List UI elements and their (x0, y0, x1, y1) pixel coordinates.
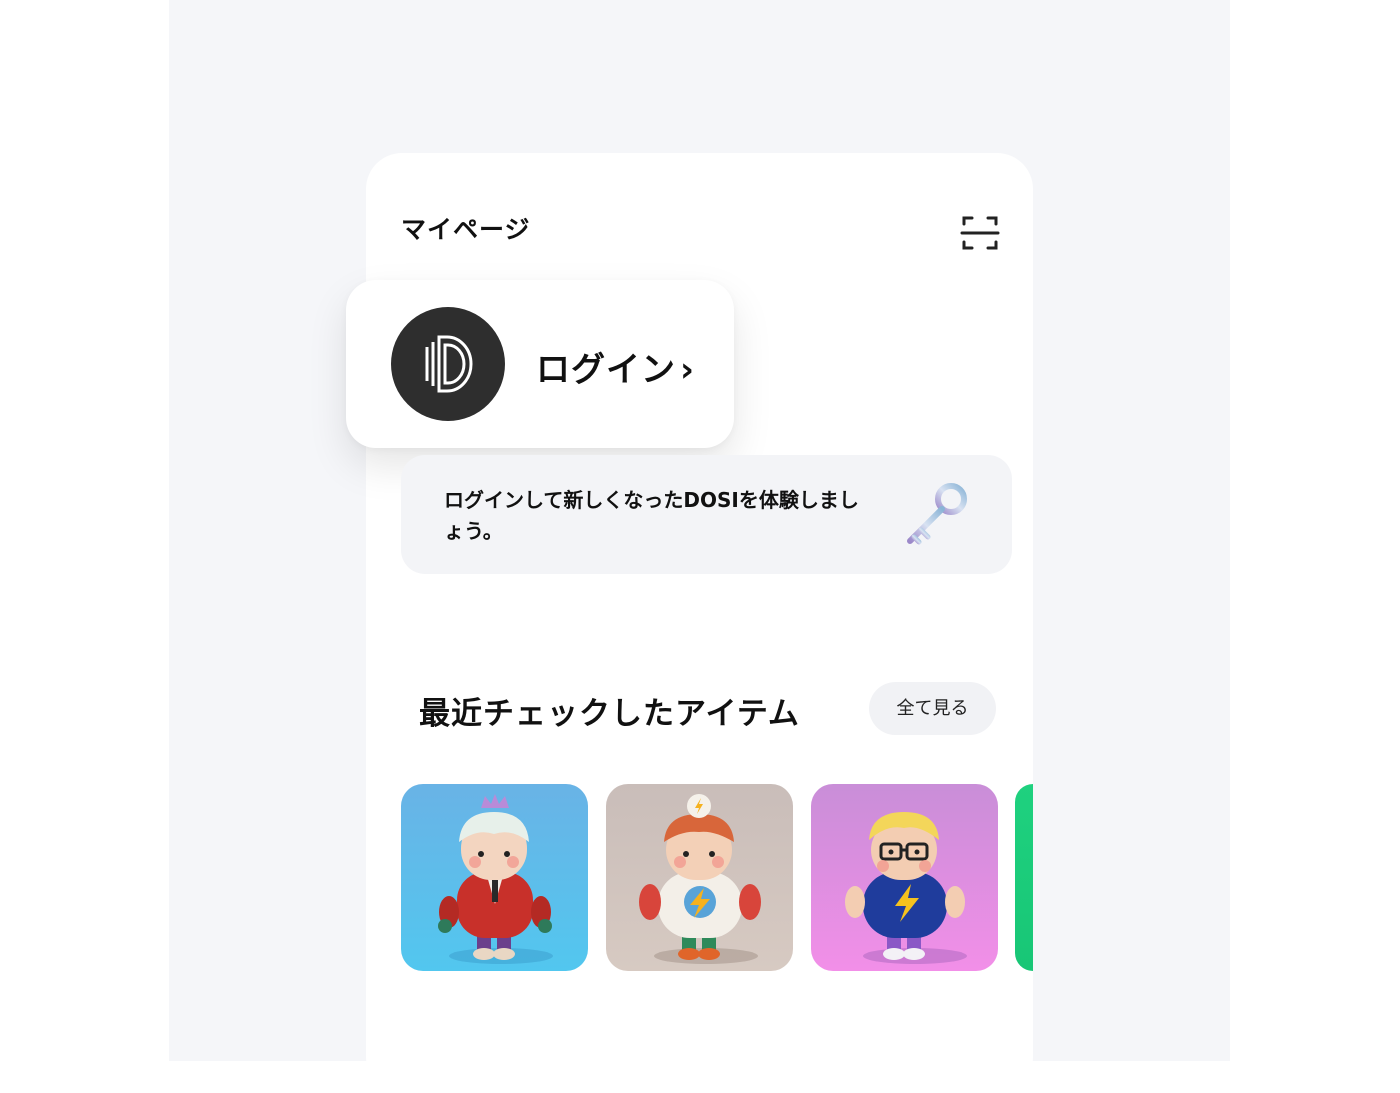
character-glasses-purple-icon (811, 784, 998, 971)
recent-item-thumbnail[interactable] (401, 784, 588, 971)
character-king-icon (401, 784, 588, 971)
character-lightning-beige-icon (606, 784, 793, 971)
login-label: ログイン (536, 350, 676, 390)
dosi-logo-icon (425, 335, 473, 393)
login-link[interactable]: ログイン › (536, 342, 695, 391)
recent-items-title: 最近チェックしたアイテム (419, 696, 800, 732)
see-all-button[interactable]: 全て見る (869, 682, 996, 735)
page-title: マイページ (401, 215, 531, 244)
scan-frame-icon (960, 216, 1000, 250)
scan-button[interactable] (958, 212, 1002, 256)
login-promo-banner[interactable]: ログインして新しくなったDOSIを体験しましょう。 (401, 455, 1012, 574)
chevron-right-icon: › (680, 350, 696, 390)
avatar (391, 307, 505, 421)
recent-item-thumbnail[interactable] (811, 784, 998, 971)
recent-item-thumbnail[interactable] (606, 784, 793, 971)
character-green-icon (1015, 784, 1033, 971)
recent-item-thumbnail[interactable] (1015, 784, 1033, 971)
key-icon (907, 483, 967, 545)
login-card[interactable]: ログイン › (346, 280, 734, 448)
promo-text: ログインして新しくなったDOSIを体験しましょう。 (444, 488, 859, 543)
